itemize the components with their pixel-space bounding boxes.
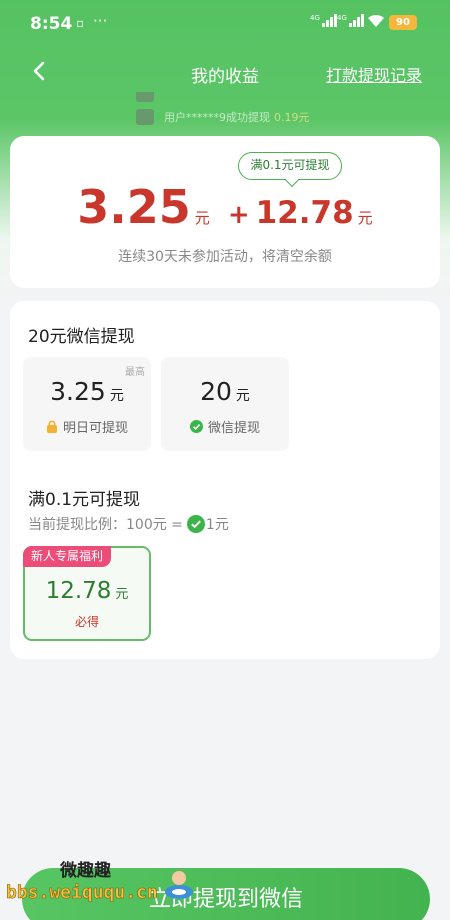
exchange-ratio: 当前提现比例：100元 = 1元 [28,515,229,533]
top-nav: 我的收益 打款提现记录 [0,50,450,94]
balance-amount: 3.25 元 +12.78 元 [0,180,450,234]
main-unit: 元 [194,209,210,227]
ticker-text: 用户******9成功提现 [164,111,270,124]
ticker-amount: 0.19元 [274,111,310,124]
small-withdraw-title: 满0.1元可提现 [28,490,141,510]
threshold-bubble: 满0.1元可提现 [238,152,342,180]
guaranteed-label: 必得 [74,615,99,629]
wifi-icon [368,14,384,27]
battery-icon: 90 [389,15,417,30]
option-subtitle: 明日可提现 [23,417,151,436]
newcomer-badge: 新人专属福利 [23,546,112,567]
wechat-section-title: 20元微信提现 [28,327,135,347]
watermark-title: 微趣趣 [60,861,111,881]
watermark-url: bbs.weiququ.cn [6,882,158,904]
withdraw-ticker: 用户******9成功提现 0.19元 [136,92,386,130]
status-bar: 8:54 ▫ ··· 4G 4G 90 [0,0,450,46]
plus-sign: + [227,200,250,230]
watermark: 微趣趣 bbs.weiququ.cn [6,848,206,920]
option-3-25[interactable]: 最高 3.25 元 明日可提现 [23,357,151,451]
wechat-icon [186,515,205,533]
more-notifications-icon: ··· [93,12,108,30]
option-value: 3.25 元 [50,377,124,406]
bonus-unit: 元 [357,209,373,227]
wechat-check-icon [189,420,203,433]
option-20[interactable]: 20 元 微信提现 [161,357,289,451]
lock-icon [46,420,57,433]
newcomer-option[interactable]: 新人专属福利 12.78 元 必得 [23,546,151,641]
option-value: 20 元 [200,377,250,406]
bonus-amount: 12.78 [255,195,354,231]
expiry-notice: 连续30天未参加活动，将清空余额 [118,249,332,265]
status-time: 8:54 [30,14,73,34]
cell-signal-icon-2: 4G [337,14,364,27]
newcomer-value: 12.78 元 [45,578,129,604]
avatar [136,109,154,125]
main-amount: 3.25 [77,180,191,234]
option-subtitle: 微信提现 [161,417,289,436]
cell-signal-icon: 4G [310,14,337,27]
ticker-row: 用户******9成功提现 0.19元 [136,109,310,125]
ticker-row [136,92,164,102]
avatar [136,92,154,102]
max-tag: 最高 [125,367,145,378]
notification-icon: ▫ [76,16,85,30]
mascot-icon [165,871,193,899]
withdraw-record-link[interactable]: 打款提现记录 [326,62,422,86]
